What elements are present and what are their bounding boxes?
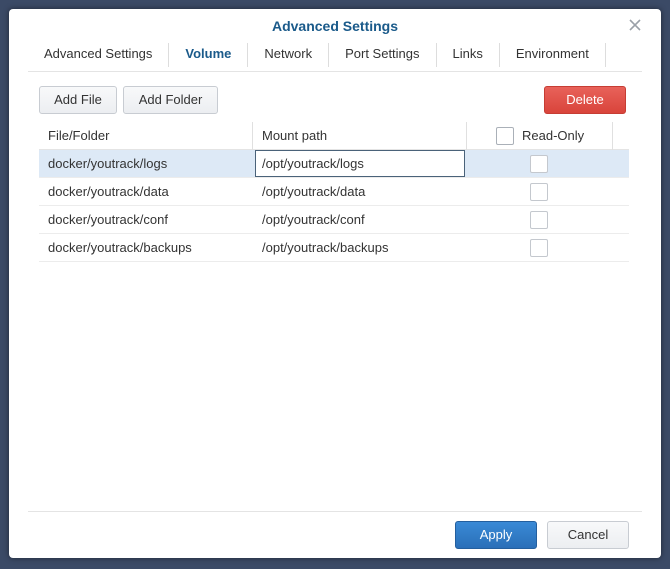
read-only-cell xyxy=(467,150,613,177)
apply-button[interactable]: Apply xyxy=(455,521,537,549)
read-only-cell xyxy=(467,234,613,261)
tab-volume[interactable]: Volume xyxy=(169,43,249,67)
add-folder-button[interactable]: Add Folder xyxy=(123,86,218,114)
header-file-folder[interactable]: File/Folder xyxy=(39,122,253,150)
tab-links[interactable]: Links xyxy=(437,43,500,67)
mount-path-cell xyxy=(253,150,467,177)
file-folder-cell: docker/youtrack/backups xyxy=(48,240,192,255)
read-only-checkbox[interactable] xyxy=(530,239,548,257)
file-folder-cell: docker/youtrack/conf xyxy=(48,212,168,227)
cancel-button[interactable]: Cancel xyxy=(547,521,629,549)
header-read-only: Read-Only xyxy=(467,122,613,150)
header-read-only-label: Read-Only xyxy=(522,128,585,143)
title-bar: Advanced Settings xyxy=(9,9,661,43)
mount-path-cell: /opt/youtrack/data xyxy=(262,184,366,199)
file-folder-cell: docker/youtrack/data xyxy=(48,184,169,199)
tab-environment[interactable]: Environment xyxy=(500,43,606,67)
read-only-checkbox[interactable] xyxy=(530,183,548,201)
close-icon[interactable] xyxy=(627,17,643,33)
footer-divider xyxy=(28,511,642,512)
mount-path-input[interactable] xyxy=(255,150,465,177)
tab-bar: Advanced Settings Volume Network Port Se… xyxy=(28,43,606,69)
tab-advanced-settings[interactable]: Advanced Settings xyxy=(28,43,170,67)
tab-network[interactable]: Network xyxy=(248,43,330,67)
mount-path-cell: /opt/youtrack/backups xyxy=(262,240,389,255)
tabs-divider xyxy=(28,71,642,72)
dialog-title: Advanced Settings xyxy=(271,18,399,34)
tab-port-settings[interactable]: Port Settings xyxy=(329,43,437,67)
table-header: File/Folder Mount path Read-Only xyxy=(39,122,629,150)
file-folder-cell: docker/youtrack/logs xyxy=(48,156,168,171)
add-file-button[interactable]: Add File xyxy=(39,86,117,114)
header-mount-path[interactable]: Mount path xyxy=(253,122,467,150)
delete-button[interactable]: Delete xyxy=(544,86,626,114)
table-row[interactable]: docker/youtrack/logs xyxy=(39,150,629,178)
read-only-cell xyxy=(467,178,613,205)
volume-table: File/Folder Mount path Read-Only docker/… xyxy=(39,122,629,262)
table-row[interactable]: docker/youtrack/backups /opt/youtrack/ba… xyxy=(39,234,629,262)
read-only-all-checkbox[interactable] xyxy=(496,127,514,145)
table-row[interactable]: docker/youtrack/conf /opt/youtrack/conf xyxy=(39,206,629,234)
volume-toolbar: Add File Add Folder Delete xyxy=(39,86,626,114)
read-only-checkbox[interactable] xyxy=(530,155,548,173)
read-only-checkbox[interactable] xyxy=(530,211,548,229)
table-row[interactable]: docker/youtrack/data /opt/youtrack/data xyxy=(39,178,629,206)
read-only-cell xyxy=(467,206,613,233)
advanced-settings-dialog: Advanced Settings Advanced Settings Volu… xyxy=(9,9,661,558)
mount-path-cell: /opt/youtrack/conf xyxy=(262,212,365,227)
